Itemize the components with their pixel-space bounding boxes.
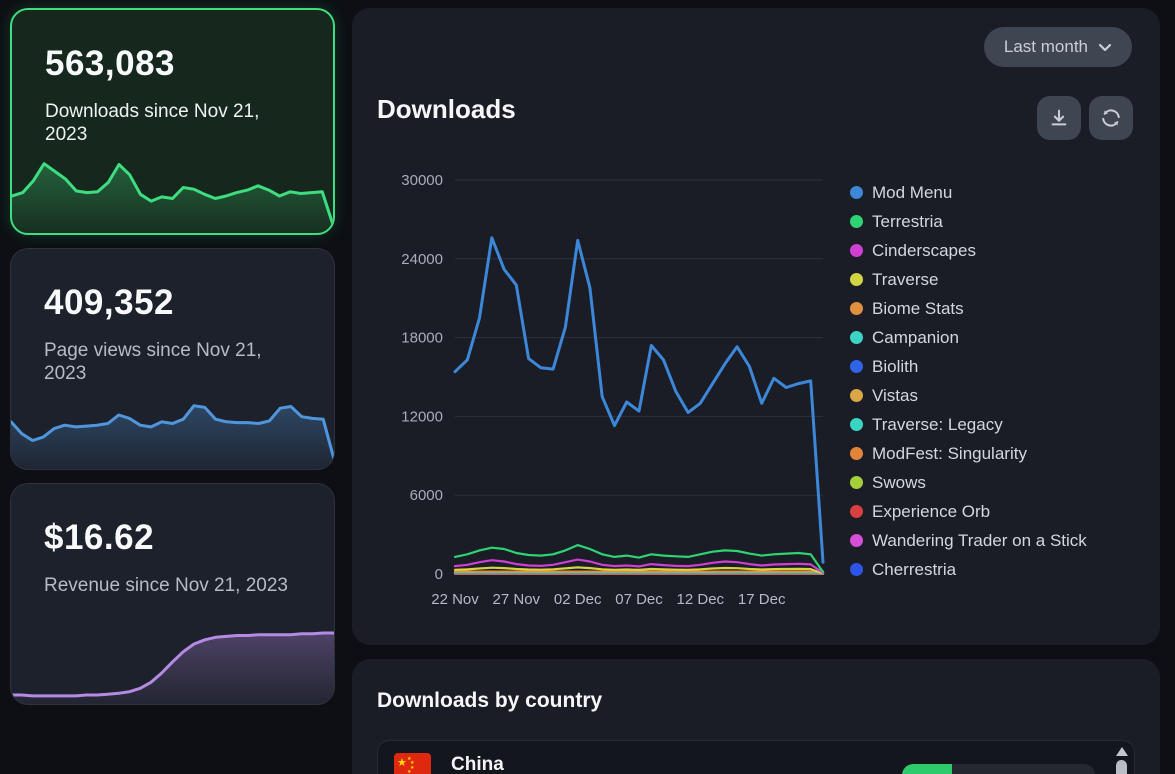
- downloads-panel: Last month Downloads 0600012000180002400…: [352, 8, 1160, 645]
- stat-card-revenue[interactable]: $16.62 Revenue since Nov 21, 2023: [10, 483, 335, 705]
- country-row: ★ ★ ★ ★ ★ China: [378, 741, 1134, 774]
- country-list: ★ ★ ★ ★ ★ China: [377, 740, 1135, 774]
- legend-dot: [850, 273, 863, 286]
- legend-label: Mod Menu: [872, 183, 952, 203]
- legend-dot: [850, 476, 863, 489]
- legend-item[interactable]: Biolith: [850, 352, 1087, 381]
- legend-dot: [850, 563, 863, 576]
- svg-text:12 Dec: 12 Dec: [677, 591, 725, 608]
- stat-card-pageviews[interactable]: 409,352 Page views since Nov 21, 2023: [10, 248, 335, 470]
- country-name: China: [451, 754, 504, 774]
- legend-dot: [850, 215, 863, 228]
- legend-label: ModFest: Singularity: [872, 444, 1027, 464]
- legend-item[interactable]: Cherrestria: [850, 555, 1087, 584]
- legend-item[interactable]: Cinderscapes: [850, 236, 1087, 265]
- svg-text:30000: 30000: [401, 172, 443, 189]
- stat-label-revenue: Revenue since Nov 21, 2023: [44, 574, 304, 597]
- legend-dot: [850, 186, 863, 199]
- legend-item[interactable]: Wandering Trader on a Stick: [850, 526, 1087, 555]
- svg-text:12000: 12000: [401, 408, 443, 425]
- legend-label: Cinderscapes: [872, 241, 976, 261]
- legend-label: Wandering Trader on a Stick: [872, 531, 1087, 551]
- svg-text:27 Nov: 27 Nov: [493, 591, 541, 608]
- legend-label: Traverse: [872, 270, 938, 290]
- svg-text:22 Nov: 22 Nov: [431, 591, 479, 608]
- country-progress-track: [902, 764, 1095, 774]
- legend-label: Biome Stats: [872, 299, 964, 319]
- downloads-sparkline: [12, 138, 333, 233]
- svg-text:0: 0: [435, 566, 443, 583]
- analytics-dashboard: { "stat_cards": [ { "value": "563,083", …: [0, 0, 1175, 774]
- legend-item[interactable]: ModFest: Singularity: [850, 439, 1087, 468]
- legend-dot: [850, 302, 863, 315]
- legend-dot: [850, 389, 863, 402]
- revenue-sparkline: [11, 609, 334, 704]
- stat-value-revenue: $16.62: [44, 518, 154, 558]
- legend-label: Experience Orb: [872, 502, 990, 522]
- legend-dot: [850, 447, 863, 460]
- svg-text:★: ★: [397, 757, 407, 769]
- legend-label: Swows: [872, 473, 926, 493]
- china-flag-icon: ★ ★ ★ ★ ★: [394, 753, 431, 774]
- legend-label: Vistas: [872, 386, 918, 406]
- legend-dot: [850, 331, 863, 344]
- legend-dot: [850, 505, 863, 518]
- legend-label: Cherrestria: [872, 560, 956, 580]
- svg-text:★: ★: [407, 769, 412, 774]
- svg-text:24000: 24000: [401, 251, 443, 268]
- panel-title-country: Downloads by country: [377, 689, 602, 713]
- legend-item[interactable]: Campanion: [850, 323, 1087, 352]
- legend-dot: [850, 244, 863, 257]
- legend-dot: [850, 360, 863, 373]
- country-progress-fill: [902, 764, 952, 774]
- chart-legend: Mod Menu Terrestria Cinderscapes Traverse Bi…: [850, 178, 1087, 584]
- stat-value-downloads: 563,083: [45, 44, 175, 84]
- scrollbar-thumb[interactable]: [1116, 760, 1127, 774]
- legend-item[interactable]: Experience Orb: [850, 497, 1087, 526]
- country-panel: Downloads by country ★ ★ ★ ★ ★ China: [352, 659, 1160, 774]
- legend-dot: [850, 534, 863, 547]
- svg-text:02 Dec: 02 Dec: [554, 591, 602, 608]
- svg-text:17 Dec: 17 Dec: [738, 591, 786, 608]
- legend-item[interactable]: Traverse: Legacy: [850, 410, 1087, 439]
- stat-card-downloads[interactable]: 563,083 Downloads since Nov 21, 2023: [10, 8, 335, 235]
- pageviews-sparkline: [11, 374, 334, 469]
- svg-text:6000: 6000: [410, 487, 443, 504]
- legend-item[interactable]: Biome Stats: [850, 294, 1087, 323]
- legend-label: Terrestria: [872, 212, 943, 232]
- legend-item[interactable]: Traverse: [850, 265, 1087, 294]
- legend-item[interactable]: Mod Menu: [850, 178, 1087, 207]
- svg-text:07 Dec: 07 Dec: [615, 591, 663, 608]
- triangle-up-icon[interactable]: [1116, 747, 1128, 756]
- legend-item[interactable]: Swows: [850, 468, 1087, 497]
- stat-value-pageviews: 409,352: [44, 283, 174, 323]
- legend-item[interactable]: Terrestria: [850, 207, 1087, 236]
- legend-label: Traverse: Legacy: [872, 415, 1003, 435]
- legend-label: Campanion: [872, 328, 959, 348]
- legend-label: Biolith: [872, 357, 918, 377]
- scrollbar[interactable]: [1114, 744, 1129, 774]
- svg-text:18000: 18000: [401, 330, 443, 347]
- legend-item[interactable]: Vistas: [850, 381, 1087, 410]
- legend-dot: [850, 418, 863, 431]
